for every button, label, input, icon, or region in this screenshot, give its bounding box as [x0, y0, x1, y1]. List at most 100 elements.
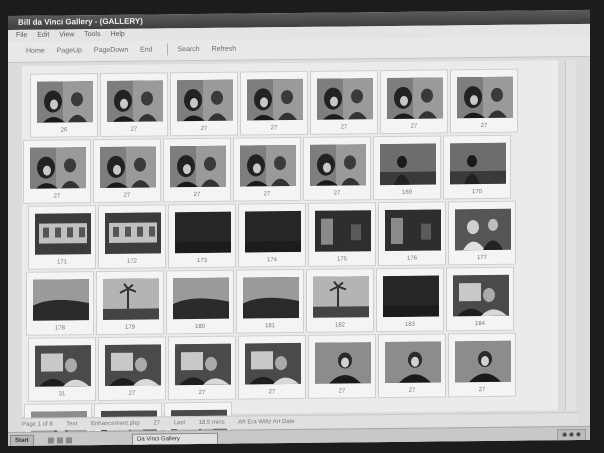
thumbnail-caption: 179	[124, 324, 135, 331]
thumbnail-cell[interactable]: 171	[28, 205, 96, 270]
thumbnail-caption: 27	[263, 191, 271, 198]
thumbnail-image[interactable]	[35, 213, 91, 255]
thumbnail-image[interactable]	[455, 340, 511, 383]
menu-help[interactable]: Help	[110, 31, 124, 38]
thumbnail-cell[interactable]: 27	[93, 138, 161, 204]
thumbnail-cell[interactable]: 27	[98, 336, 166, 402]
thumbnail-cell[interactable]: 27	[240, 70, 308, 136]
thumbnail-image[interactable]	[173, 277, 229, 320]
thumbnail-image[interactable]	[105, 212, 161, 254]
thumbnail-image[interactable]	[450, 142, 506, 185]
search-button[interactable]: Search	[177, 46, 199, 53]
thumbnail-cell[interactable]: 27	[378, 333, 446, 399]
taskbar-item[interactable]: Da Vinci Gallery	[132, 432, 218, 446]
thumbnail-caption: 177	[476, 254, 487, 262]
thumbnail-cell[interactable]: 27	[100, 72, 168, 138]
thumbnail-image[interactable]	[317, 78, 373, 120]
thumbnail-image[interactable]	[33, 279, 89, 321]
thumbnail-cell[interactable]: 27	[303, 136, 371, 201]
thumbnail-image[interactable]	[387, 77, 443, 120]
thumbnail-image[interactable]	[240, 144, 296, 187]
thumbnail-cell[interactable]: 181	[236, 268, 304, 334]
thumbnail-caption: 169	[401, 189, 412, 196]
thumbnail-cell[interactable]: 179	[96, 270, 164, 336]
thumbnail-image[interactable]	[30, 147, 86, 189]
thumbnail-cell[interactable]: 26	[30, 73, 98, 138]
thumbnail-image[interactable]	[105, 344, 161, 386]
thumbnail-cell[interactable]: 175	[308, 202, 376, 267]
thumbnail-image[interactable]	[315, 342, 371, 384]
thumbnail-cell[interactable]: 27	[170, 71, 238, 137]
menu-edit[interactable]: Edit	[37, 32, 49, 39]
thumbnail-cell[interactable]: 169	[373, 135, 441, 201]
quick-launch-icon[interactable]	[66, 437, 72, 444]
thumbnail-row: 178 179 180 181 182 183 184	[26, 266, 516, 336]
thumbnail-cell[interactable]: 174	[238, 202, 306, 268]
thumbnail-cell[interactable]: 176	[378, 201, 446, 267]
start-button[interactable]: Start	[10, 434, 34, 446]
thumbnail-cell[interactable]: 27	[168, 335, 236, 401]
quick-launch-icon[interactable]	[57, 437, 63, 444]
thumbnail-image[interactable]	[37, 81, 93, 123]
thumbnail-cell[interactable]: 170	[443, 134, 511, 200]
page-down-button[interactable]: PageDown	[94, 47, 128, 54]
thumbnail-image[interactable]	[245, 210, 301, 253]
thumbnail-image[interactable]	[243, 276, 299, 319]
menu-tools[interactable]: Tools	[84, 31, 100, 38]
thumbnail-image[interactable]	[175, 211, 231, 254]
thumbnail-caption: 26	[60, 127, 68, 134]
thumbnail-cell[interactable]: 27	[308, 334, 376, 399]
thumbnail-cell[interactable]: 183	[376, 267, 444, 333]
thumbnail-cell[interactable]: 182	[306, 268, 374, 333]
thumbnail-image[interactable]	[453, 274, 509, 317]
thumbnail-cell[interactable]: 177	[448, 200, 516, 266]
thumbnail-image[interactable]	[245, 342, 301, 385]
thumbnail-image[interactable]	[385, 341, 441, 384]
thumbnail-cell[interactable]: 27	[380, 69, 448, 135]
monitor-screen: Bill da Vinci Gallery - (GALLERY) File E…	[8, 9, 590, 446]
thumbnail-image[interactable]	[177, 79, 233, 122]
end-button[interactable]: End	[140, 46, 152, 53]
home-button[interactable]: Home	[26, 48, 45, 55]
quick-launch-icon[interactable]	[48, 437, 54, 444]
thumbnail-image[interactable]	[100, 146, 156, 189]
thumbnail-image[interactable]	[107, 80, 163, 122]
thumbnail-cell[interactable]: 172	[98, 204, 166, 270]
thumbnail-cell[interactable]: 31	[28, 337, 96, 402]
thumbnail-cell[interactable]: 178	[26, 271, 94, 336]
thumbnail-image[interactable]	[380, 143, 436, 186]
thumbnail-image[interactable]	[310, 144, 366, 186]
refresh-button[interactable]: Refresh	[212, 46, 237, 53]
quick-launch	[48, 435, 98, 444]
page-up-button[interactable]: PageUp	[57, 47, 82, 54]
thumbnail-image[interactable]	[175, 343, 231, 386]
thumbnail-cell[interactable]: 27	[233, 136, 301, 202]
status-number: 27	[153, 420, 161, 427]
thumbnail-cell[interactable]: 180	[166, 269, 234, 335]
thumbnail-cell[interactable]: 173	[168, 203, 236, 269]
thumbnail-image[interactable]	[383, 275, 439, 318]
menu-view[interactable]: View	[59, 31, 74, 38]
thumbnail-image[interactable]	[35, 345, 91, 387]
vertical-scrollbar[interactable]	[565, 60, 576, 411]
thumbnail-cell[interactable]: 27	[450, 68, 518, 134]
thumbnail-image[interactable]	[457, 76, 513, 119]
thumbnail-cell[interactable]: 184	[446, 266, 514, 332]
menu-file[interactable]: File	[16, 32, 27, 39]
thumbnail-cell[interactable]: 27	[448, 332, 516, 398]
thumbnail-caption: 27	[338, 388, 346, 395]
thumbnail-image[interactable]	[455, 208, 511, 251]
thumbnail-image[interactable]	[385, 209, 441, 252]
thumbnail-image[interactable]	[247, 78, 303, 121]
thumbnail-caption: 27	[128, 390, 136, 397]
thumbnail-image[interactable]	[313, 276, 369, 318]
thumbnail-cell[interactable]: 27	[163, 137, 231, 203]
thumbnail-caption: 172	[126, 258, 137, 265]
thumbnail-cell[interactable]: 27	[23, 139, 91, 204]
thumbnail-cell[interactable]: 27	[310, 70, 378, 135]
thumbnail-image[interactable]	[315, 210, 371, 252]
thumbnail-cell[interactable]: 27	[238, 334, 306, 400]
thumbnail-image[interactable]	[170, 145, 226, 188]
thumbnail-caption: 27	[408, 387, 416, 394]
thumbnail-image[interactable]	[103, 278, 159, 321]
